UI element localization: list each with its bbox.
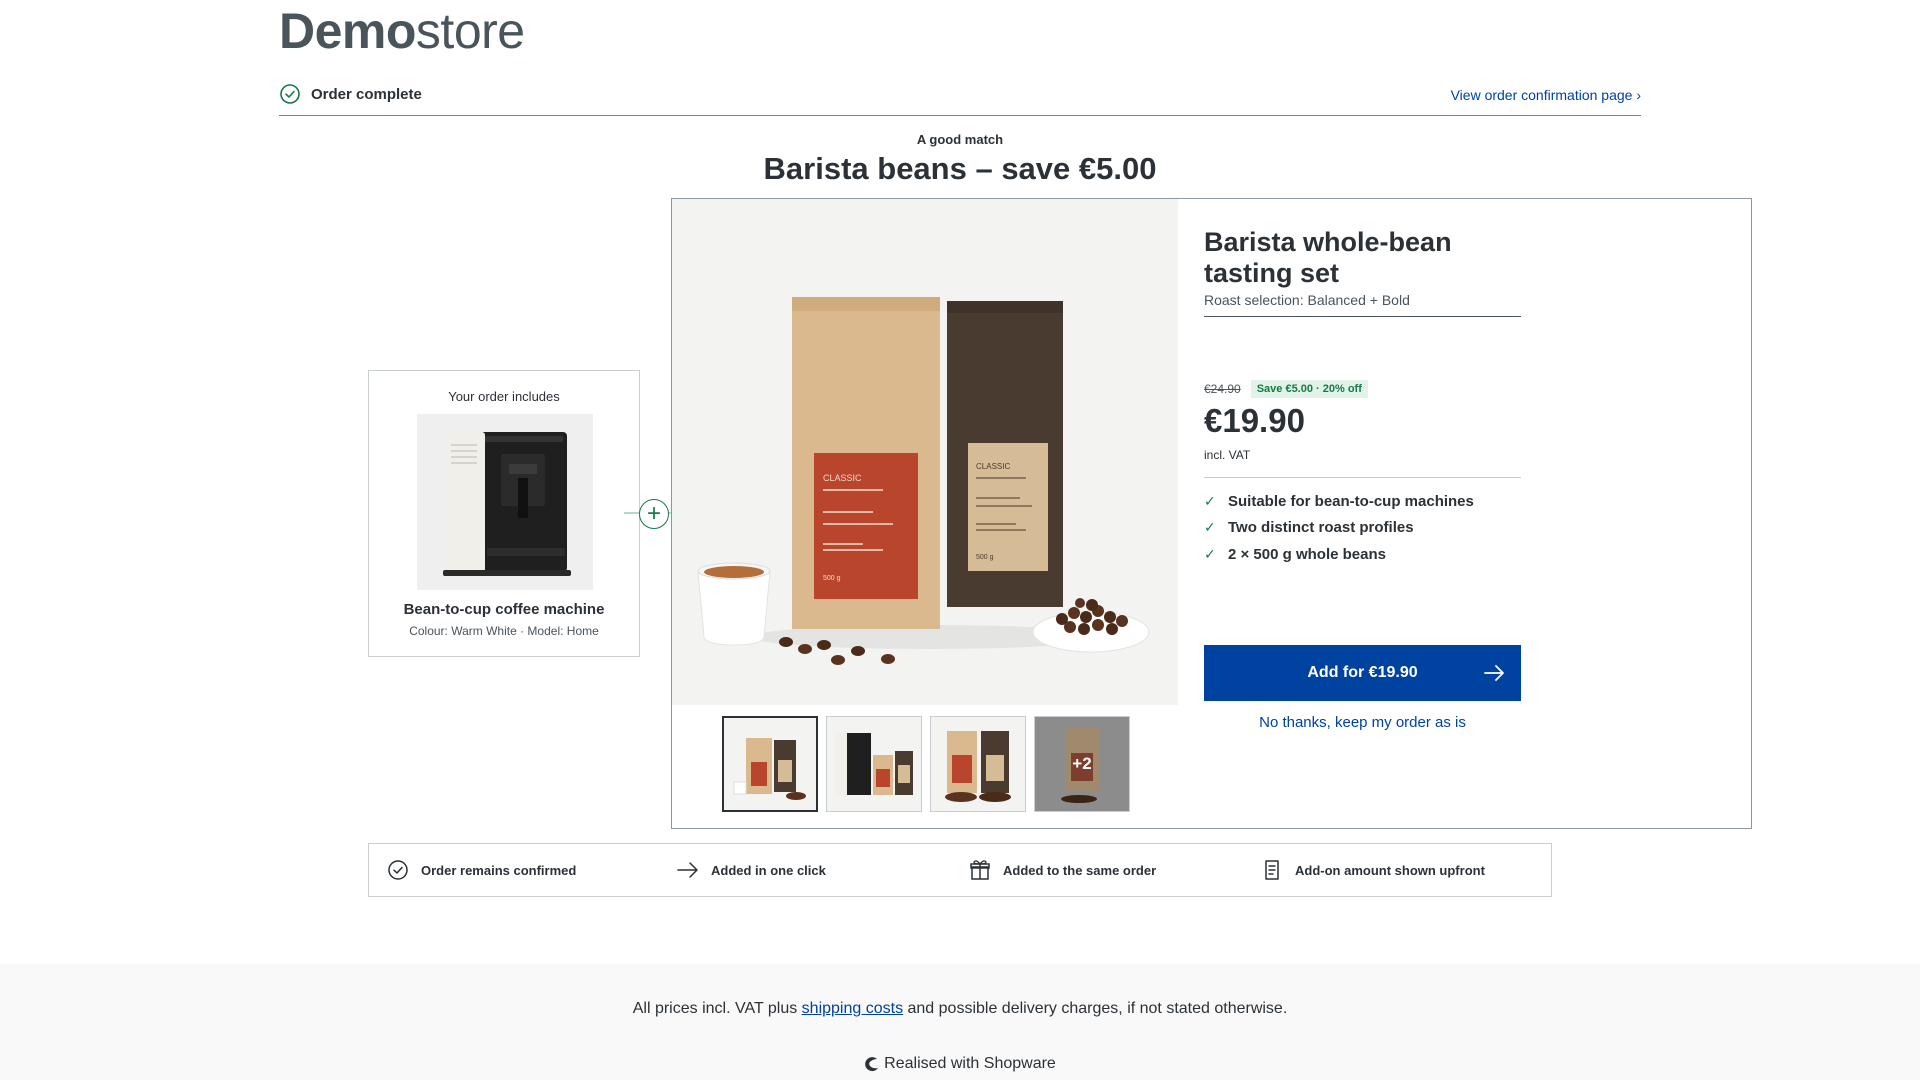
store-logo[interactable]: Demostore — [279, 2, 525, 60]
add-to-order-button[interactable]: Add for €19.90 — [1204, 645, 1521, 701]
order-includes-card: Your order includes Bean-to-cup coffee m… — [368, 370, 640, 657]
view-order-confirmation-link[interactable]: View order confirmation page › — [1451, 87, 1641, 103]
product-thumbnails: +2 — [722, 716, 1130, 812]
coffee-machine-image — [417, 414, 593, 590]
check-circle-icon — [280, 84, 300, 104]
order-status: Order complete — [279, 83, 422, 105]
bag-label-left: CLASSIC — [823, 473, 862, 483]
included-product-name: Bean-to-cup coffee machine — [403, 601, 605, 618]
trust-label: Order remains confirmed — [421, 862, 577, 878]
product-main-image: CLASSIC 500 g CLASSIC 500 g — [672, 199, 1178, 705]
logo-regular: store — [415, 3, 525, 59]
thumbnail-3[interactable] — [930, 716, 1026, 812]
included-product-meta: Colour: Warm White · Model: Home — [409, 624, 599, 638]
trust-item: Added in one click — [659, 844, 951, 896]
feature-label: 2 × 500 g whole beans — [1228, 545, 1386, 563]
footer-vat-prefix: All prices incl. VAT plus — [632, 1000, 802, 1017]
trust-label: Add-on amount shown upfront — [1295, 862, 1485, 878]
thumbnail-2[interactable] — [826, 716, 922, 812]
feature-item: ✓ Two distinct roast profiles — [1204, 515, 1474, 542]
upsell-product-card: CLASSIC 500 g CLASSIC 500 g +2 Barista w… — [671, 198, 1752, 829]
price-divider — [1204, 477, 1521, 478]
arrow-right-icon — [1484, 665, 1504, 681]
vat-note: incl. VAT — [1204, 448, 1251, 462]
product-price: €19.90 — [1204, 402, 1305, 439]
plus-icon: + — [639, 499, 669, 529]
trust-label: Added to the same order — [1003, 862, 1157, 878]
bag-label-right: CLASSIC — [976, 462, 1010, 471]
bag-weight-left: 500 g — [823, 575, 841, 582]
product-info: Barista whole-bean tasting set Roast sel… — [1204, 227, 1521, 317]
trust-bar: Order remains confirmed Added in one cli… — [368, 843, 1552, 897]
arrow-right-icon — [677, 862, 698, 878]
trust-item: Order remains confirmed — [369, 844, 659, 896]
thumbnail-1[interactable] — [722, 716, 818, 812]
add-to-order-label: Add for €19.90 — [1307, 664, 1418, 681]
logo-bold: Demo — [279, 3, 416, 59]
shopware-logo-icon — [865, 1057, 879, 1072]
product-variant: Roast selection: Balanced + Bold — [1204, 292, 1521, 317]
trust-label: Added in one click — [711, 862, 826, 878]
decline-offer-link[interactable]: No thanks, keep my order as is — [1204, 714, 1521, 731]
save-badge: Save €5.00 · 20% off — [1250, 380, 1368, 398]
check-icon: ✓ — [1204, 545, 1216, 562]
check-icon: ✓ — [1204, 519, 1216, 536]
trust-item: Add-on amount shown upfront — [1243, 844, 1535, 896]
feature-label: Suitable for bean-to-cup machines — [1228, 492, 1474, 510]
old-price: €24.90 — [1204, 382, 1241, 396]
footer-vat-note: All prices incl. VAT plus shipping costs… — [0, 1000, 1920, 1018]
feature-label: Two distinct roast profiles — [1228, 519, 1414, 537]
footer-powered-label: Realised with Shopware — [884, 1055, 1056, 1072]
order-includes-title: Your order includes — [448, 389, 560, 404]
feature-list: ✓ Suitable for bean-to-cup machines ✓ Two … — [1204, 488, 1474, 568]
feature-item: ✓ 2 × 500 g whole beans — [1204, 541, 1474, 568]
thumbnail-more[interactable]: +2 — [1034, 716, 1130, 812]
check-circle-icon — [388, 860, 408, 880]
offer-eyebrow: A good match — [916, 132, 1004, 147]
order-status-label: Order complete — [311, 85, 422, 103]
footer-vat-suffix: and possible delivery charges, if not st… — [903, 1000, 1288, 1017]
check-icon: ✓ — [1204, 492, 1216, 509]
trust-item: Added to the same order — [951, 844, 1243, 896]
order-status-bar: Order complete View order confirmation p… — [279, 78, 1641, 116]
bag-weight-right: 500 g — [976, 554, 994, 561]
gift-icon — [970, 860, 990, 880]
footer-powered-by[interactable]: Realised with Shopware — [0, 1055, 1920, 1073]
receipt-icon — [1265, 860, 1279, 880]
price-row: €24.90 Save €5.00 · 20% off — [1204, 380, 1368, 398]
shipping-costs-link[interactable]: shipping costs — [802, 1000, 903, 1017]
product-title: Barista whole-bean tasting set — [1204, 227, 1452, 288]
footer: All prices incl. VAT plus shipping costs… — [0, 964, 1920, 1080]
feature-item: ✓ Suitable for bean-to-cup machines — [1204, 488, 1474, 515]
thumbnail-more-count: +2 — [1072, 754, 1092, 773]
offer-headline: Barista beans – save €5.00 — [763, 151, 1157, 186]
